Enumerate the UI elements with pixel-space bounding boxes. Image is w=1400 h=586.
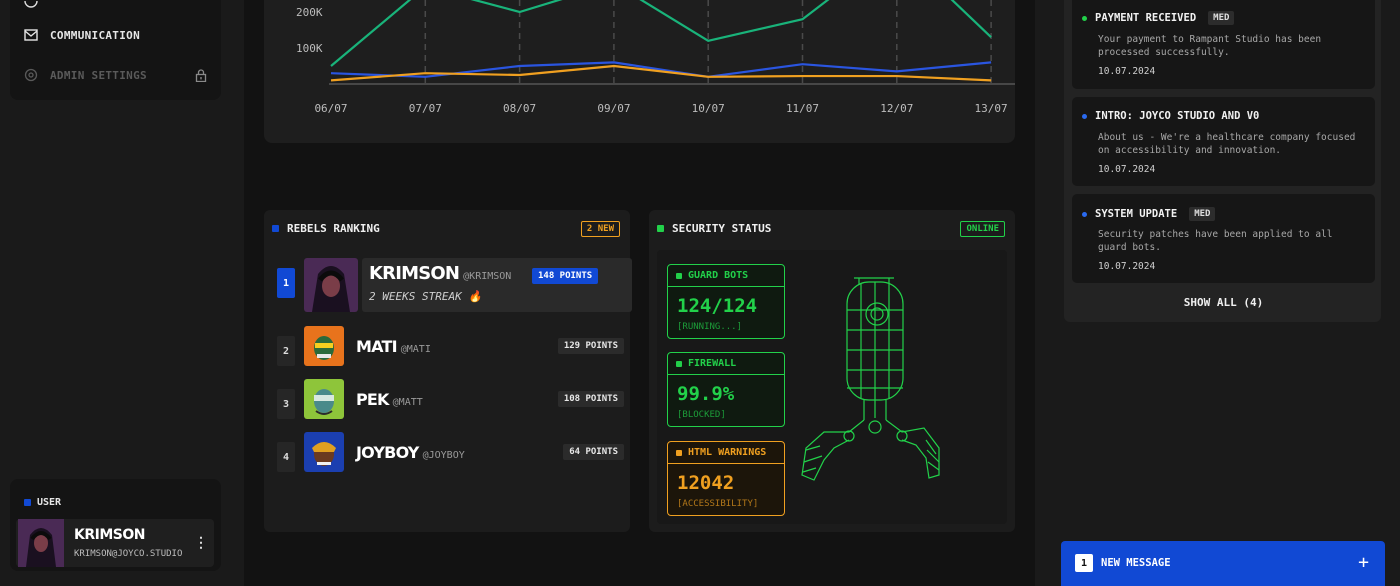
notification-title: SYSTEM UPDATE <box>1095 208 1178 220</box>
points-badge: 108 POINTS <box>557 391 624 407</box>
points-badge: 64 POINTS <box>563 444 624 460</box>
notification-date: 10.07.2024 <box>1098 164 1156 175</box>
lock-icon <box>195 67 207 86</box>
online-badge: ONLINE <box>960 221 1005 237</box>
notification-title: INTRO: JOYCO STUDIO AND V0 <box>1095 110 1260 122</box>
more-options-icon[interactable]: ⋮ <box>194 535 208 551</box>
nav-item-partial[interactable] <box>24 0 38 8</box>
streak-text: 2 WEEKS STREAK 🔥 <box>369 290 483 303</box>
avatar <box>304 258 358 312</box>
user-card: USER KRIMSON KRIMSON@JOYCO.STUDIO ⋮ <box>10 479 221 571</box>
plus-icon[interactable]: + <box>1358 552 1369 573</box>
status-dot-icon <box>676 449 682 456</box>
x-tick-label: 10/07 <box>692 102 725 115</box>
x-tick-label: 06/07 <box>314 102 347 115</box>
ranking-title: REBELS RANKING <box>287 222 380 235</box>
notification-title: PAYMENT RECEIVED <box>1095 12 1197 24</box>
user-name: KRIMSON <box>74 527 145 543</box>
new-message-bar[interactable]: 1 NEW MESSAGE + <box>1061 541 1385 586</box>
show-all-button[interactable]: SHOW ALL (4) <box>1072 296 1375 309</box>
user-section-label: USER <box>24 497 61 508</box>
ranking-panel: REBELS RANKING 2 NEW 1 KRIMSON @KRIMSON 2… <box>264 210 632 532</box>
sidebar: COMMUNICATION ADMIN SETTINGS USER KRIMSO… <box>0 0 244 586</box>
x-tick-label: 09/07 <box>597 102 630 115</box>
ranking-row[interactable]: 3 PEK @MATT 108 POINTS <box>277 379 624 431</box>
rank-number: 1 <box>277 268 295 298</box>
avatar <box>304 326 344 366</box>
notification-item[interactable]: PAYMENT RECEIVED MED Your payment to Ram… <box>1072 0 1375 89</box>
settings-icon <box>24 68 38 82</box>
notification-body: Security patches have been applied to al… <box>1098 229 1333 253</box>
series-line-3 <box>330 64 992 82</box>
rank-number: 3 <box>277 389 295 419</box>
status-dot-icon <box>1082 15 1087 21</box>
x-tick-label: 07/07 <box>409 102 442 115</box>
rank-name: MATI @MATI <box>356 337 431 356</box>
status-dot-icon <box>1082 211 1087 217</box>
ranking-row[interactable]: 2 MATI @MATI 129 POINTS <box>277 326 624 378</box>
notification-body: Your payment to Rampant Studio has been … <box>1098 34 1322 58</box>
series-line-2 <box>330 61 992 78</box>
message-count: 1 <box>1075 554 1093 572</box>
status-dot-icon <box>1082 113 1087 119</box>
x-tick-label: 13/07 <box>975 102 1008 115</box>
nav-label-admin-settings: ADMIN SETTINGS <box>50 68 147 82</box>
revenue-chart: 100K 200K 06/07 07/07 08/07 09/07 10/07 11/07 12… <box>296 0 1015 115</box>
notification-date: 10.07.2024 <box>1098 261 1156 272</box>
security-panel: SECURITY STATUS ONLINE GUARD BOTS 124/12… <box>649 210 1015 532</box>
stat-firewall: FIREWALL 99.9% [BLOCKED] <box>667 352 785 427</box>
notification-item[interactable]: INTRO: JOYCO STUDIO AND V0 About us - We… <box>1072 97 1375 186</box>
guard-bot-illustration <box>801 277 940 481</box>
new-badge: 2 NEW <box>580 221 620 237</box>
points-badge: 129 POINTS <box>557 338 624 354</box>
nav-item-admin-settings[interactable]: ADMIN SETTINGS <box>24 65 147 85</box>
notification-body: About us - We're a healthcare company fo… <box>1098 132 1356 156</box>
status-dot-icon <box>676 360 682 367</box>
message-label: NEW MESSAGE <box>1101 557 1171 569</box>
blue-square-icon <box>272 225 279 232</box>
ranking-header: REBELS RANKING <box>272 222 380 235</box>
x-tick-label: 11/07 <box>786 102 819 115</box>
avatar <box>304 432 344 472</box>
user-email: KRIMSON@JOYCO.STUDIO <box>74 549 183 559</box>
green-square-icon <box>657 225 664 232</box>
rank-name: JOYBOY @JOYBOY <box>356 443 465 462</box>
blue-square-icon <box>24 499 31 506</box>
nav-menu: COMMUNICATION ADMIN SETTINGS <box>10 0 221 100</box>
security-header: SECURITY STATUS <box>657 222 771 235</box>
nav-label-communication: COMMUNICATION <box>50 28 140 42</box>
notification-date: 10.07.2024 <box>1098 66 1156 77</box>
avatar <box>18 519 64 567</box>
rank-name: PEK @MATT <box>356 390 423 409</box>
notification-item[interactable]: SYSTEM UPDATE MED Security patches have … <box>1072 194 1375 283</box>
ranking-row[interactable]: 1 KRIMSON @KRIMSON 2 WEEKS STREAK 🔥 148 P… <box>277 258 632 312</box>
series-line-1 <box>330 0 992 67</box>
y-tick-label: 200K <box>296 6 323 19</box>
stat-html-warnings: HTML WARNINGS 12042 [ACCESSIBILITY] <box>667 441 785 516</box>
nav-item-communication[interactable]: COMMUNICATION <box>24 25 140 45</box>
user-profile[interactable]: KRIMSON KRIMSON@JOYCO.STUDIO ⋮ <box>16 519 214 567</box>
rank-name: KRIMSON @KRIMSON <box>369 263 512 284</box>
points-badge: 148 POINTS <box>532 268 599 284</box>
x-tick-label: 08/07 <box>503 102 536 115</box>
stat-guard-bots: GUARD BOTS 124/124 [RUNNING...] <box>667 264 785 339</box>
rank-number: 4 <box>277 442 295 472</box>
mail-icon <box>24 28 38 42</box>
avatar <box>304 379 344 419</box>
priority-tag: MED <box>1208 11 1235 25</box>
x-tick-label: 12/07 <box>880 102 913 115</box>
priority-tag: MED <box>1189 207 1216 221</box>
status-dot-icon <box>676 272 682 279</box>
ranking-row[interactable]: 4 JOYBOY @JOYBOY 64 POINTS <box>277 432 624 484</box>
security-title: SECURITY STATUS <box>672 222 772 235</box>
globe-icon <box>24 0 38 8</box>
y-tick-label: 100K <box>296 42 323 55</box>
rank-number: 2 <box>277 336 295 366</box>
